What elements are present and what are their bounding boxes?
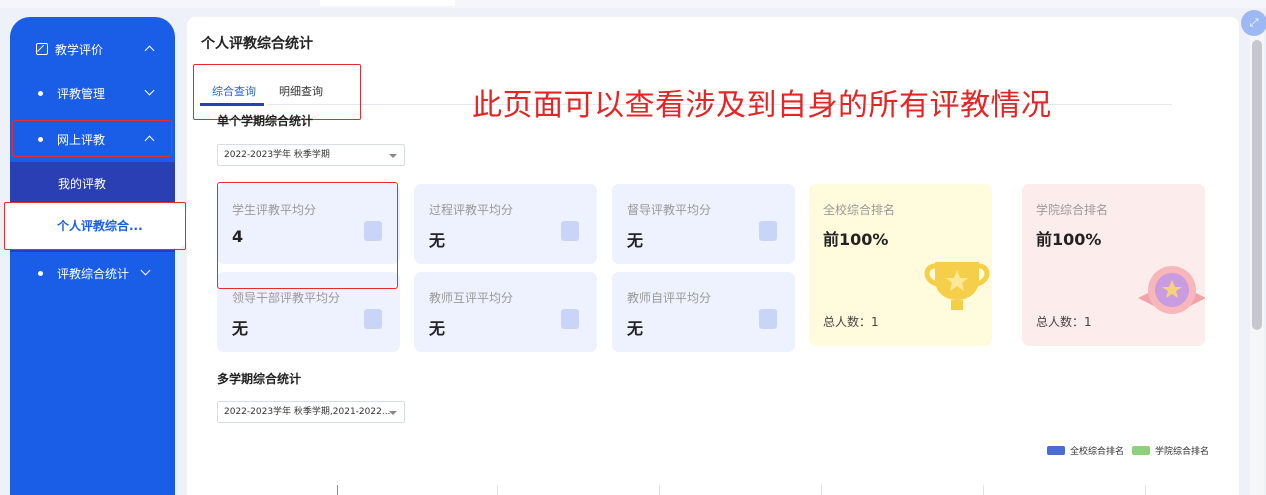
score-card: 督导评教平均分 无 (612, 184, 795, 264)
top-strip (0, 0, 1266, 8)
score-card: 教师互评平均分 无 (414, 272, 597, 352)
chevron-down-icon (140, 265, 151, 276)
highlight-box (217, 182, 398, 289)
card-value: 无 (232, 319, 249, 338)
sidebar-item-teaching-evaluation[interactable]: 教学评价 (10, 31, 175, 67)
card-label: 全校综合排名 (823, 203, 896, 217)
sidebar-item-label: 评教综合统计 (57, 266, 130, 281)
sidebar-item-my-evaluation[interactable]: 我的评教 (10, 165, 175, 201)
pencil-icon (759, 309, 777, 329)
highlight-box (4, 202, 186, 250)
select-value: 2022-2023学年 秋季学期 (224, 150, 330, 160)
card-value: 前100% (823, 230, 889, 249)
sidebar: 教学评价 评教管理 网上评教 我的评教 个人评教综合... 评教综合统计 (4, 17, 191, 495)
clipboard-icon (759, 221, 777, 241)
chart-axis (337, 485, 1197, 495)
scrollbar-thumb[interactable] (1252, 40, 1262, 330)
card-label: 教师自评平均分 (627, 291, 712, 305)
document-edit-icon (561, 221, 579, 241)
card-label: 督导评教平均分 (627, 203, 712, 217)
legend-item-school[interactable]: 全校综合排名 (1047, 444, 1124, 457)
person-icon (364, 309, 382, 329)
multi-semester-select[interactable]: 2022-2023学年 秋季学期,2021-2022... (217, 401, 405, 423)
chevron-down-icon (389, 411, 397, 415)
legend-swatch (1047, 446, 1065, 455)
score-card: 教师自评平均分 无 (612, 272, 795, 352)
card-label: 过程评教平均分 (429, 203, 514, 217)
section-title-single: 单个学期综合统计 (217, 114, 314, 128)
bullet-icon (38, 270, 43, 276)
card-value: 无 (429, 231, 446, 250)
total-count: 总人数：1 (1036, 315, 1092, 329)
card-label: 学院综合排名 (1036, 203, 1109, 217)
chevron-up-icon (144, 45, 155, 56)
total-count: 总人数：1 (823, 315, 879, 329)
page-title: 个人评教综合统计 (201, 36, 313, 52)
legend-item-college[interactable]: 学院综合排名 (1132, 444, 1209, 457)
card-value: 前100% (1036, 230, 1102, 249)
legend-label: 全校综合排名 (1070, 447, 1125, 457)
card-label: 教师互评平均分 (429, 291, 514, 305)
highlight-box (12, 120, 172, 157)
card-value: 无 (429, 319, 446, 338)
chat-icon (561, 309, 579, 329)
school-rank-card: 全校综合排名 前100% 总人数：1 (809, 184, 992, 346)
fullscreen-icon[interactable]: ⤢ (1241, 10, 1266, 36)
semester-select[interactable]: 2022-2023学年 秋季学期 (217, 144, 405, 166)
select-value: 2022-2023学年 秋季学期,2021-2022... (224, 407, 391, 417)
chevron-down-icon (389, 154, 397, 158)
annotation-text: 此页面可以查看涉及到自身的所有评教情况 (472, 88, 1052, 123)
bullet-icon (38, 90, 43, 96)
card-label: 领导干部评教平均分 (232, 291, 341, 305)
college-rank-card: 学院综合排名 前100% 总人数：1 (1022, 184, 1205, 346)
sidebar-item-evaluation-management[interactable]: 评教管理 (10, 75, 175, 111)
sidebar-item-label: 我的评教 (58, 176, 107, 191)
sidebar-item-label: 评教管理 (57, 86, 106, 101)
main-panel: 个人评教综合统计 综合查询 明细查询 此页面可以查看涉及到自身的所有评教情况 单… (187, 17, 1239, 495)
card-value: 无 (627, 231, 644, 250)
legend-swatch (1132, 446, 1150, 455)
sidebar-item-evaluation-statistics[interactable]: 评教综合统计 (10, 255, 175, 291)
section-title-multi: 多学期综合统计 (217, 372, 302, 386)
edit-icon (36, 43, 48, 55)
browser-tab[interactable] (320, 0, 455, 6)
sidebar-item-label: 教学评价 (55, 42, 104, 57)
medal-icon (1138, 266, 1205, 314)
legend-label: 学院综合排名 (1155, 447, 1210, 457)
score-card: 过程评教平均分 无 (414, 184, 597, 264)
card-value: 无 (627, 319, 644, 338)
chevron-down-icon (144, 85, 155, 96)
trophy-icon (924, 262, 990, 310)
